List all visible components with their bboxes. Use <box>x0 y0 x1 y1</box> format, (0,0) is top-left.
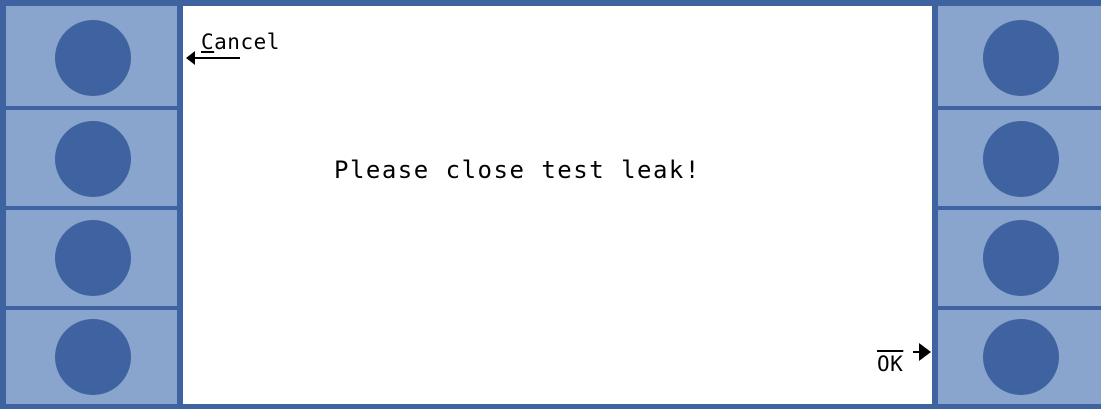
arrow-right-icon <box>913 343 931 361</box>
softkey-button-icon <box>983 220 1059 296</box>
cancel-label-rest: ancel <box>214 30 280 54</box>
softkey-button-icon <box>55 121 131 197</box>
ok-softkey-label[interactable]: OK <box>877 352 903 376</box>
dialog-message: Please close test leak! <box>334 156 701 184</box>
right-softkey-3[interactable] <box>938 210 1101 306</box>
softkey-button-icon <box>983 20 1059 96</box>
left-softkey-2[interactable] <box>6 110 177 206</box>
softkey-button-icon <box>983 319 1059 395</box>
left-softkey-1[interactable] <box>6 6 177 106</box>
left-softkey-4[interactable] <box>6 310 177 404</box>
right-softkey-column <box>932 0 1101 409</box>
right-softkey-2[interactable] <box>938 110 1101 206</box>
cancel-label-underlined-letter: C <box>201 30 215 54</box>
device-panel: Cancel Please close test leak! OK <box>0 0 1101 409</box>
softkey-button-icon <box>983 121 1059 197</box>
right-softkey-4[interactable] <box>938 310 1101 404</box>
softkey-button-icon <box>55 220 131 296</box>
cancel-softkey-label[interactable]: Cancel <box>201 30 280 54</box>
softkey-button-icon <box>55 319 131 395</box>
display-screen <box>183 6 932 404</box>
left-softkey-3[interactable] <box>6 210 177 306</box>
softkey-button-icon <box>55 20 131 96</box>
left-softkey-column <box>0 0 183 409</box>
right-softkey-1[interactable] <box>938 6 1101 106</box>
